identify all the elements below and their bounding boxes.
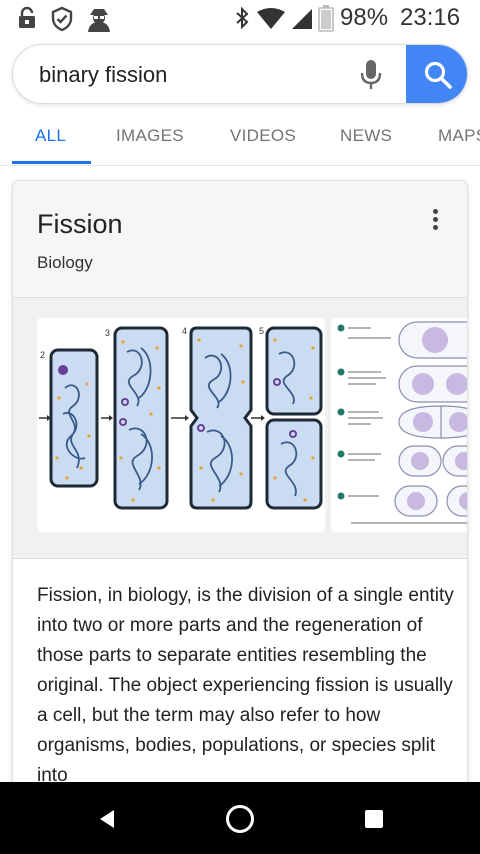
image-carousel: 2 3 4 5 xyxy=(13,298,467,558)
mic-icon[interactable] xyxy=(357,59,385,91)
search-tabs: ALL IMAGES VIDEOS NEWS MAPS xyxy=(0,112,480,166)
battery-icon xyxy=(318,5,334,32)
knowledge-panel-header: Fission Biology xyxy=(13,181,467,297)
fission-diagram: 2 3 4 5 xyxy=(39,326,323,510)
search-button[interactable] xyxy=(406,45,467,103)
active-tab-indicator xyxy=(12,161,91,164)
tab-videos[interactable]: VIDEOS xyxy=(230,126,296,146)
home-icon[interactable] xyxy=(225,804,255,834)
status-bar: 98% 23:16 xyxy=(0,0,480,36)
bluetooth-icon xyxy=(236,7,249,29)
wifi-icon xyxy=(257,8,285,29)
more-vert-icon[interactable] xyxy=(429,209,441,233)
diagram-step-number: 4 xyxy=(182,326,187,336)
shield-icon xyxy=(51,6,73,32)
battery-percent: 98% xyxy=(340,4,389,31)
knowledge-subtitle: Biology xyxy=(37,253,93,272)
diagram-step-number: 3 xyxy=(105,328,110,338)
knowledge-panel: Fission Biology 2 3 4 5 Fission, in biol… xyxy=(12,180,468,820)
fission-stages-diagram xyxy=(337,321,467,524)
recents-icon[interactable] xyxy=(364,809,384,829)
back-icon[interactable] xyxy=(96,808,118,830)
knowledge-title: Fission xyxy=(37,209,123,239)
fission-stages-image[interactable] xyxy=(331,318,467,532)
search-icon xyxy=(424,61,452,89)
diagram-step-number: 5 xyxy=(259,326,264,336)
android-nav-bar xyxy=(0,782,480,854)
search-bar xyxy=(12,44,468,104)
search-box xyxy=(12,44,468,104)
incognito-icon xyxy=(88,9,110,32)
tab-all[interactable]: ALL xyxy=(35,126,66,146)
search-input[interactable] xyxy=(39,45,339,103)
image-divider xyxy=(13,558,467,559)
tab-images[interactable]: IMAGES xyxy=(116,126,184,146)
knowledge-description: Fission, in biology, is the division of … xyxy=(37,585,454,786)
tab-maps[interactable]: MAPS xyxy=(438,126,480,146)
diagram-step-number: 2 xyxy=(40,350,45,360)
tab-news[interactable]: NEWS xyxy=(340,126,392,146)
clock-time: 23:16 xyxy=(400,4,461,31)
tabs-divider xyxy=(0,165,480,166)
signal-icon xyxy=(292,9,312,29)
lock-icon xyxy=(19,6,35,28)
fission-diagram-image[interactable]: 2 3 4 5 xyxy=(37,318,325,532)
